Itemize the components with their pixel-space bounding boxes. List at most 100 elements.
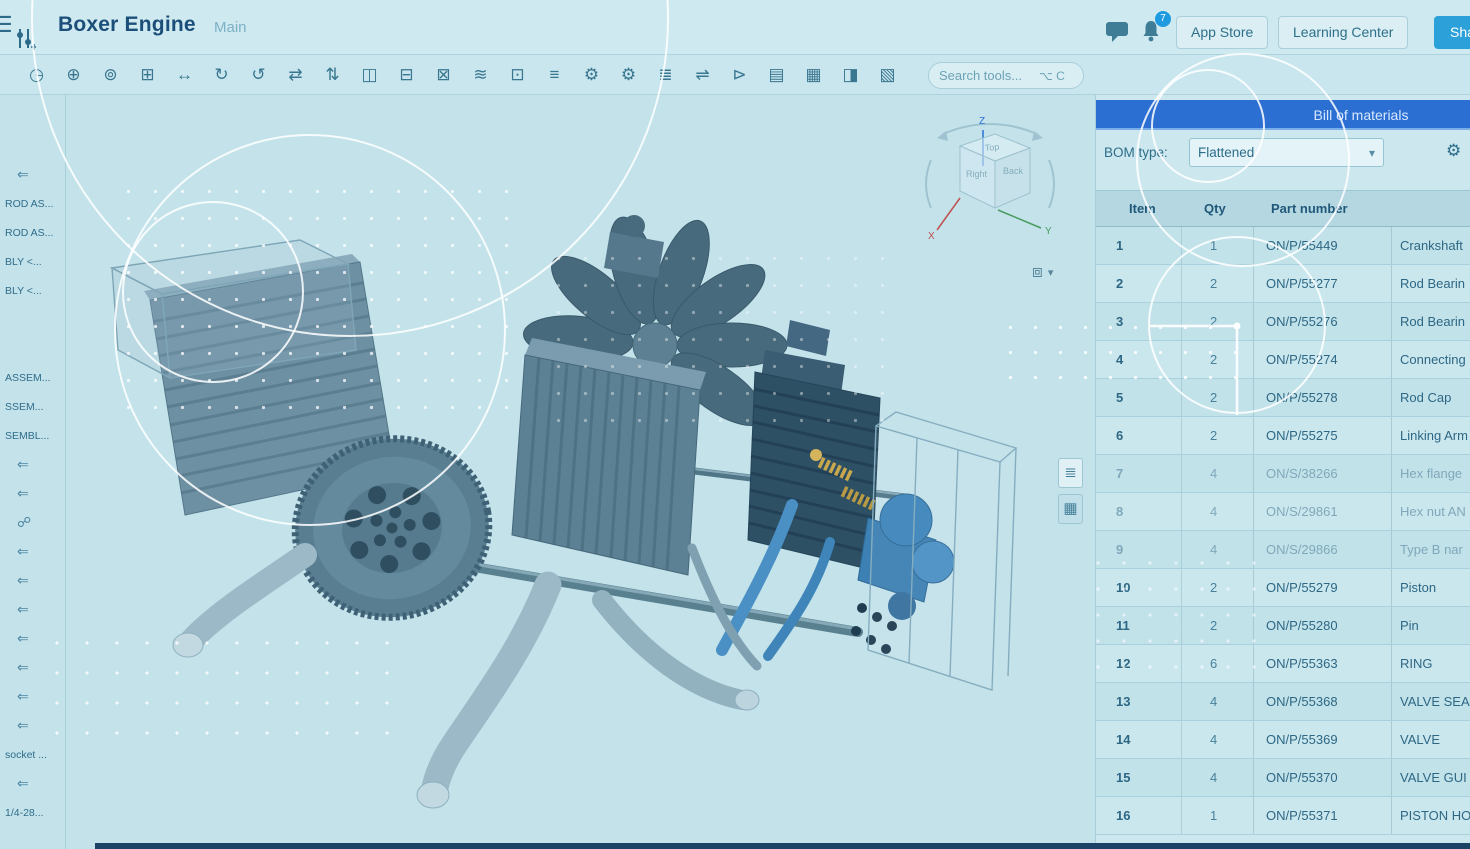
app-store-button[interactable]: App Store <box>1176 16 1268 49</box>
toolbar-tool-icon[interactable]: ▤ <box>766 65 787 85</box>
bom-table-row[interactable]: 12 6 ON/P/55363 RING <box>1096 645 1470 683</box>
bom-cell-item: 4 <box>1096 352 1181 367</box>
bom-cell-item: 6 <box>1096 428 1181 443</box>
bom-cell-item: 14 <box>1096 732 1181 747</box>
bom-cell-qty: 2 <box>1181 265 1253 302</box>
bom-table-row[interactable]: 14 4 ON/P/55369 VALVE <box>1096 721 1470 759</box>
tree-item[interactable]: 1/4-28... <box>0 798 64 827</box>
bom-table-row[interactable]: 8 4 ON/S/29861 Hex nut AN <box>1096 493 1470 531</box>
tree-item[interactable] <box>0 305 64 334</box>
tree-item[interactable]: BLY <... <box>0 276 64 305</box>
toolbar-tool-icon[interactable]: ⇌ <box>692 65 713 85</box>
bom-table-row[interactable]: 10 2 ON/P/55279 Piston <box>1096 569 1470 607</box>
comments-panel-toggle[interactable]: ≣ <box>1058 458 1083 488</box>
tree-item[interactable]: ⇐ <box>0 479 64 508</box>
toolbar-tool-icon[interactable]: ⊚ <box>100 65 121 85</box>
bom-cell-part-number: ON/P/55277 <box>1253 265 1391 302</box>
toolbar-tool-icon[interactable]: ⊞ <box>137 65 158 85</box>
search-tools-box[interactable]: ⌥ C <box>928 62 1084 89</box>
bom-cell-item: 8 <box>1096 504 1181 519</box>
tree-item[interactable]: ⇐ <box>0 653 64 682</box>
toolbar-tool-icon[interactable]: ⊡ <box>507 65 528 85</box>
bom-table-row[interactable]: 16 1 ON/P/55371 PISTON HO <box>1096 797 1470 835</box>
bom-table-row[interactable]: 11 2 ON/P/55280 Pin <box>1096 607 1470 645</box>
bom-panel-title[interactable]: Bill of materials <box>1096 100 1470 130</box>
toolbar-tool-icon[interactable]: ⚙ <box>581 65 602 85</box>
bom-cell-part-number: ON/P/55276 <box>1253 303 1391 340</box>
tree-item[interactable]: ⇐ <box>0 769 64 798</box>
tree-item[interactable]: ⇐ <box>0 711 64 740</box>
bom-table-row[interactable]: 4 2 ON/P/55274 Connecting <box>1096 341 1470 379</box>
bom-settings-icon[interactable]: ⚙ <box>1446 141 1461 161</box>
toolbar-tool-icon[interactable]: ↺ <box>248 65 269 85</box>
toolbar-tool-icon[interactable]: ≋ <box>470 65 491 85</box>
tree-item[interactable]: ⇐ <box>0 595 64 624</box>
tree-item[interactable]: ☍ <box>0 508 64 537</box>
bom-cell-name: Crankshaft <box>1391 227 1470 264</box>
toolbar-tool-icon[interactable]: ≡ <box>544 65 565 85</box>
panel-divider[interactable] <box>65 95 66 849</box>
bom-table-row[interactable]: 15 4 ON/P/55370 VALVE GUI <box>1096 759 1470 797</box>
tree-item[interactable]: ASSEM... <box>0 363 64 392</box>
tree-item[interactable] <box>0 334 64 363</box>
tree-item-label: SSEM... <box>5 401 44 413</box>
toolbar-tool-icon[interactable]: ▦ <box>803 65 824 85</box>
bom-cell-part-number: ON/P/55371 <box>1253 797 1391 834</box>
tree-item[interactable]: ⇐ <box>0 450 64 479</box>
bom-table-row[interactable]: 7 4 ON/S/38266 Hex flange <box>1096 455 1470 493</box>
toolbar-tool-icon[interactable]: ⇅ <box>322 65 343 85</box>
search-tools-input[interactable] <box>939 68 1039 83</box>
toolbar-tool-icon[interactable]: ◷ <box>26 65 47 85</box>
bom-table-row[interactable]: 1 1 ON/P/55449 Crankshaft <box>1096 227 1470 265</box>
bom-panel-toggle[interactable]: ▦ <box>1058 494 1083 524</box>
view-options-menu[interactable]: ⧈ ▾ <box>1032 262 1053 282</box>
bom-table-row[interactable]: 13 4 ON/P/55368 VALVE SEA <box>1096 683 1470 721</box>
tree-item[interactable]: ⇐ <box>0 537 64 566</box>
toolbar-tool-icon[interactable]: ⊟ <box>396 65 417 85</box>
toolbar-tool-icon[interactable]: ↻ <box>211 65 232 85</box>
view-cube-side-label[interactable]: Back <box>1003 166 1024 176</box>
tree-item[interactable]: ⇐ <box>0 682 64 711</box>
view-cube[interactable]: Top Right Back Z X Y <box>915 108 1065 258</box>
toolbar-tool-icon[interactable]: ▧ <box>877 65 898 85</box>
toolbar-tool-icon[interactable]: ◫ <box>359 65 380 85</box>
view-cube-top-label[interactable]: Top <box>984 142 999 153</box>
bom-table-row[interactable]: 9 4 ON/S/29866 Type B nar <box>1096 531 1470 569</box>
bom-table-row[interactable]: 3 2 ON/P/55276 Rod Bearin <box>1096 303 1470 341</box>
toolbar-tool-icon[interactable]: ⊕ <box>63 65 84 85</box>
bom-cell-part-number: ON/S/29866 <box>1253 531 1391 568</box>
toolbar-tool-icon[interactable]: ↔ <box>174 65 195 85</box>
learning-center-button[interactable]: Learning Center <box>1278 16 1408 49</box>
tree-item[interactable]: BLY <... <box>0 247 64 276</box>
view-cube-front-label[interactable]: Right <box>966 169 988 179</box>
tree-item[interactable]: ROD AS... <box>0 189 64 218</box>
toolbar-tool-icon[interactable]: ⇄ <box>285 65 306 85</box>
bom-cell-name: Rod Bearin <box>1391 265 1470 302</box>
toolbar-tool-icon[interactable]: ⊠ <box>433 65 454 85</box>
tree-item[interactable]: socket ... <box>0 740 64 769</box>
3d-viewport[interactable]: Top Right Back Z X Y ⧈ ▾ ≣ ▦ <box>66 95 1095 849</box>
tree-item[interactable]: ⇐ <box>0 624 64 653</box>
bom-table-row[interactable]: 5 2 ON/P/55278 Rod Cap <box>1096 379 1470 417</box>
tree-item[interactable]: SSEM... <box>0 392 64 421</box>
units-settings-icon[interactable] <box>14 26 36 57</box>
bom-table-row[interactable]: 2 2 ON/P/55277 Rod Bearin <box>1096 265 1470 303</box>
bom-table-body: 1 1 ON/P/55449 Crankshaft 2 2 ON/P/55277… <box>1096 227 1470 835</box>
bom-type-dropdown[interactable]: Flattened ▾ <box>1189 138 1384 167</box>
bom-cell-name: Type B nar <box>1391 531 1470 568</box>
window-bottom-edge <box>95 843 1470 849</box>
tree-item[interactable]: ⇐ <box>0 566 64 595</box>
chevron-down-icon: ▾ <box>1048 266 1054 279</box>
toolbar-tool-icon[interactable]: ≣ <box>655 65 676 85</box>
menu-icon[interactable]: ☰ <box>0 12 13 38</box>
tree-item[interactable]: SEMBL... <box>0 421 64 450</box>
tree-item-icon: ⇐ <box>17 572 29 589</box>
toolbar-tool-icon[interactable]: ⚙ <box>618 65 639 85</box>
tree-item[interactable]: ROD AS... <box>0 218 64 247</box>
share-button[interactable]: Share <box>1434 16 1470 49</box>
toolbar-tool-icon[interactable]: ⊳ <box>729 65 750 85</box>
bom-table-row[interactable]: 6 2 ON/P/55275 Linking Arm <box>1096 417 1470 455</box>
comments-icon[interactable] <box>1105 20 1130 49</box>
tree-item[interactable]: ⇐ <box>0 160 64 189</box>
toolbar-tool-icon[interactable]: ◨ <box>840 65 861 85</box>
